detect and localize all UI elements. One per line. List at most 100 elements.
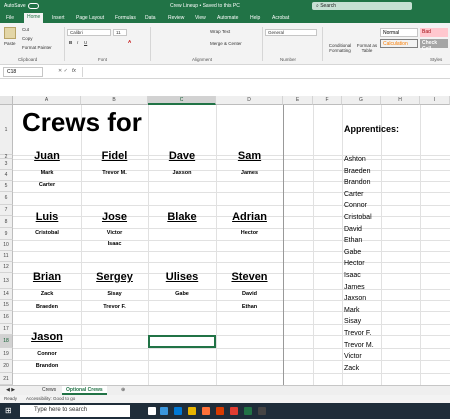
windows-start-icon[interactable]: ⊞: [5, 406, 12, 415]
crew-member[interactable]: Mark: [13, 170, 81, 176]
row-header-21[interactable]: 21: [0, 373, 13, 385]
crew-leader[interactable]: Fidel: [81, 150, 148, 162]
crew-leader[interactable]: Blake: [148, 211, 216, 223]
crew-leader[interactable]: Ulises: [148, 271, 216, 283]
crew-member[interactable]: Sisay: [81, 291, 148, 297]
apprentice-name[interactable]: Carter: [344, 191, 404, 198]
apprentice-name[interactable]: Zack: [344, 365, 404, 372]
apprentice-name[interactable]: Sisay: [344, 318, 404, 325]
row-header-17[interactable]: 17: [0, 324, 13, 335]
font-size-select[interactable]: 11: [113, 29, 127, 36]
number-format-select[interactable]: General: [265, 29, 317, 36]
wrap-text-button[interactable]: Wrap Text: [210, 29, 230, 34]
autosave-toggle[interactable]: [28, 3, 39, 9]
column-header-c[interactable]: C: [148, 96, 216, 105]
apprentice-name[interactable]: Hector: [344, 260, 404, 267]
tab-home[interactable]: Home: [24, 13, 44, 23]
apprentice-name[interactable]: Braeden: [344, 168, 404, 175]
sheet-tab-optional-crews[interactable]: Optional Crews: [62, 386, 107, 395]
crew-leader[interactable]: Sergey: [81, 271, 148, 283]
edge-icon[interactable]: [160, 407, 168, 415]
crew-member[interactable]: Zack: [13, 291, 81, 297]
apprentice-name[interactable]: Mark: [344, 307, 404, 314]
crew-member[interactable]: Victor: [81, 230, 148, 236]
row-header-9[interactable]: 9: [0, 228, 13, 240]
cancel-confirm-icons[interactable]: ✕ ✓: [58, 68, 68, 74]
apprentice-name[interactable]: Brandon: [344, 179, 404, 186]
column-header-i[interactable]: I: [420, 96, 450, 105]
apprentice-name[interactable]: Ethan: [344, 237, 404, 244]
apprentice-name[interactable]: James: [344, 284, 404, 291]
row-header-14[interactable]: 14: [0, 289, 13, 300]
apprentice-name[interactable]: Gabe: [344, 249, 404, 256]
search-box[interactable]: ⌕ Search: [312, 2, 412, 10]
apprentice-name[interactable]: Ashton: [344, 156, 404, 163]
apprentices-header[interactable]: Apprentices:: [344, 124, 444, 134]
crew-leader[interactable]: Luis: [13, 211, 81, 223]
tab-help[interactable]: Help: [250, 15, 260, 21]
excel-icon[interactable]: [244, 407, 252, 415]
crew-member[interactable]: Trevor F.: [81, 304, 148, 310]
row-header-11[interactable]: 11: [0, 251, 13, 262]
format-as-table-button[interactable]: Format as Table: [354, 43, 380, 53]
row-header-3[interactable]: 3: [0, 159, 13, 170]
row-header-10[interactable]: 10: [0, 240, 13, 251]
paste-button[interactable]: Paste: [4, 41, 16, 46]
sheet-tab-crews[interactable]: Crews: [38, 386, 60, 395]
tab-page-layout[interactable]: Page Layout: [76, 15, 104, 21]
tab-data[interactable]: Data: [145, 15, 156, 21]
crew-leader[interactable]: Dave: [148, 150, 216, 162]
cut-button[interactable]: Cut: [22, 27, 29, 32]
copy-button[interactable]: Copy: [22, 36, 33, 41]
crew-member[interactable]: Cristobal: [13, 230, 81, 236]
apprentice-name[interactable]: David: [344, 226, 404, 233]
crew-leader[interactable]: Sam: [216, 150, 283, 162]
crew-leader[interactable]: Brian: [13, 271, 81, 283]
crew-member[interactable]: David: [216, 291, 283, 297]
crew-member[interactable]: Braeden: [13, 304, 81, 310]
format-painter-button[interactable]: Format Painter: [22, 45, 52, 50]
row-header-4[interactable]: 4: [0, 170, 13, 181]
apprentice-name[interactable]: Trevor M.: [344, 342, 404, 349]
crew-member[interactable]: Ethan: [216, 304, 283, 310]
italic-button[interactable]: I: [77, 40, 78, 45]
column-header-d[interactable]: D: [216, 96, 283, 105]
crew-leader[interactable]: Jose: [81, 211, 148, 223]
row-header-12[interactable]: 12: [0, 262, 13, 273]
add-sheet-icon[interactable]: ⊕: [117, 386, 129, 395]
tab-acrobat[interactable]: Acrobat: [272, 15, 289, 21]
task-view-icon[interactable]: [148, 407, 156, 415]
sheet-title[interactable]: Crews for: [22, 107, 222, 138]
apprentice-name[interactable]: Jaxson: [344, 295, 404, 302]
row-header-8[interactable]: 8: [0, 216, 13, 228]
app-icon[interactable]: [258, 407, 266, 415]
row-header-15[interactable]: 15: [0, 300, 13, 311]
row-header-19[interactable]: 19: [0, 348, 13, 360]
crew-member[interactable]: James: [216, 170, 283, 176]
apprentice-name[interactable]: Victor: [344, 353, 404, 360]
column-header-e[interactable]: E: [283, 96, 313, 105]
apprentice-name[interactable]: Connor: [344, 202, 404, 209]
fx-icon[interactable]: fx: [72, 68, 76, 74]
active-cell-c18[interactable]: [148, 335, 216, 348]
font-name-select[interactable]: Calibri: [67, 29, 111, 36]
crew-member[interactable]: Gabe: [148, 291, 216, 297]
apprentice-name[interactable]: Cristobal: [344, 214, 404, 221]
formula-input[interactable]: [82, 67, 448, 77]
tab-file[interactable]: File: [6, 15, 14, 21]
crew-member[interactable]: Isaac: [81, 241, 148, 247]
file-explorer-icon[interactable]: [188, 407, 196, 415]
firefox-icon[interactable]: [202, 407, 210, 415]
column-header-h[interactable]: H: [381, 96, 420, 105]
name-box[interactable]: C18: [3, 67, 43, 77]
column-header-a[interactable]: A: [13, 96, 81, 105]
style-calculation[interactable]: Calculation: [380, 39, 418, 48]
tab-view[interactable]: View: [195, 15, 206, 21]
row-header-5[interactable]: 5: [0, 181, 13, 192]
underline-button[interactable]: U: [84, 40, 87, 45]
tab-insert[interactable]: Insert: [52, 15, 65, 21]
tab-automate[interactable]: Automate: [217, 15, 238, 21]
apprentice-name[interactable]: Trevor F.: [344, 330, 404, 337]
taskbar-search-input[interactable]: Type here to search: [20, 405, 130, 417]
paste-icon[interactable]: [4, 27, 16, 39]
